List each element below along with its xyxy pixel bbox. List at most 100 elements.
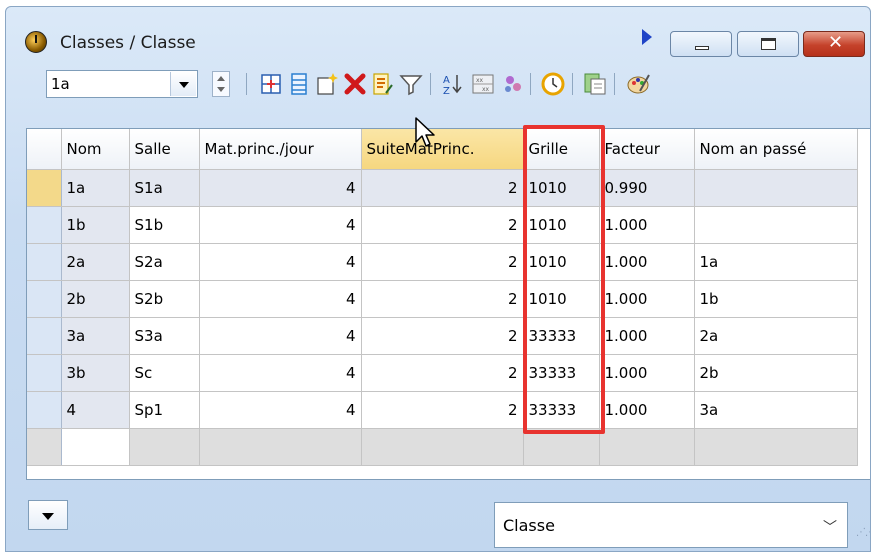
row-selector[interactable] (27, 428, 62, 466)
empty-cell[interactable] (361, 428, 524, 466)
close-icon: ✕ (828, 32, 844, 53)
classes-grid: Nom Salle Mat.princ./jour SuiteMatPrinc.… (26, 128, 870, 480)
empty-cell[interactable] (694, 428, 858, 466)
empty-cell[interactable] (199, 428, 362, 466)
cell-nom-an-passe[interactable]: 2b (694, 354, 858, 392)
cell-salle[interactable]: S2a (129, 243, 200, 281)
cell-facteur[interactable]: 1.000 (599, 206, 695, 244)
row-selector[interactable] (27, 317, 62, 355)
cell-facteur[interactable]: 0.990 (599, 169, 695, 207)
table-row[interactable]: 4 Sp1 4 2 33333 1.000 3a (27, 391, 858, 429)
cell-suite-mat-princ[interactable]: 2 (361, 354, 524, 392)
row-selector[interactable] (27, 243, 62, 281)
cell-salle[interactable]: S3a (129, 317, 200, 355)
palette-icon[interactable] (626, 71, 652, 97)
cell-nom-an-passe[interactable]: 3a (694, 391, 858, 429)
table-row[interactable]: 1b S1b 4 2 1010 1.000 (27, 206, 858, 244)
cell-salle[interactable]: S1b (129, 206, 200, 244)
cell-mat-princ[interactable]: 4 (199, 280, 362, 318)
class-selector-value: 1a (51, 75, 70, 93)
table-row[interactable]: 1a S1a 4 2 1010 0.990 (27, 169, 858, 207)
cell-suite-mat-princ[interactable]: 2 (361, 169, 524, 207)
minimize-button[interactable] (670, 31, 732, 57)
row-selector[interactable] (27, 280, 62, 318)
close-button[interactable]: ✕ (803, 31, 865, 57)
cell-mat-princ[interactable]: 4 (199, 169, 362, 207)
cell-mat-princ[interactable]: 4 (199, 243, 362, 281)
row-selector[interactable] (27, 206, 62, 244)
chevron-down-icon[interactable] (170, 72, 196, 96)
column-header-suite-mat-princ[interactable]: SuiteMatPrinc. (361, 129, 524, 170)
row-selector[interactable] (27, 169, 62, 207)
cell-nom[interactable]: 3b (61, 354, 130, 392)
class-selector[interactable]: 1a (46, 70, 198, 98)
column-header-nom[interactable]: Nom (61, 129, 130, 170)
cell-mat-princ[interactable]: 4 (199, 317, 362, 355)
cell-nom-an-passe[interactable]: 1a (694, 243, 858, 281)
list-icon[interactable] (286, 71, 312, 97)
classes-window: Classes / Classe ✕ 1a A Z xx xx Nom Sall… (5, 6, 871, 552)
report-icon[interactable] (582, 71, 608, 97)
empty-cell[interactable] (599, 428, 695, 466)
matrix-icon[interactable]: xx xx (470, 71, 496, 97)
delete-icon[interactable] (342, 71, 368, 97)
cell-facteur[interactable]: 1.000 (599, 280, 695, 318)
new-icon[interactable] (314, 71, 340, 97)
svg-text:A: A (443, 75, 450, 86)
play-arrow-icon[interactable] (642, 29, 652, 45)
mouse-cursor-icon (415, 117, 435, 147)
new-record-row[interactable] (27, 428, 858, 466)
sort-icon[interactable]: AZ (440, 71, 466, 97)
table-row[interactable]: 3a S3a 4 2 33333 1.000 2a (27, 317, 858, 355)
view-select[interactable]: Classe ﹀ (494, 502, 848, 548)
cell-suite-mat-princ[interactable]: 2 (361, 206, 524, 244)
empty-cell[interactable] (61, 428, 130, 466)
maximize-button[interactable] (737, 31, 799, 57)
users-icon[interactable] (500, 71, 526, 97)
cell-suite-mat-princ[interactable]: 2 (361, 317, 524, 355)
grid-settings-icon[interactable] (258, 71, 284, 97)
row-selector[interactable] (27, 391, 62, 429)
cell-nom[interactable]: 1b (61, 206, 130, 244)
cell-nom[interactable]: 2b (61, 280, 130, 318)
column-header-facteur[interactable]: Facteur (599, 129, 695, 170)
cell-salle[interactable]: S2b (129, 280, 200, 318)
column-header-mat-princ[interactable]: Mat.princ./jour (199, 129, 362, 170)
cell-salle[interactable]: Sp1 (129, 391, 200, 429)
cell-suite-mat-princ[interactable]: 2 (361, 280, 524, 318)
table-row[interactable]: 2b S2b 4 2 1010 1.000 1b (27, 280, 858, 318)
empty-cell[interactable] (129, 428, 200, 466)
cell-facteur[interactable]: 1.000 (599, 243, 695, 281)
cell-mat-princ[interactable]: 4 (199, 354, 362, 392)
cell-suite-mat-princ[interactable]: 2 (361, 243, 524, 281)
cell-nom-an-passe[interactable] (694, 169, 858, 207)
row-selector[interactable] (27, 354, 62, 392)
cell-nom[interactable]: 4 (61, 391, 130, 429)
cell-facteur[interactable]: 1.000 (599, 391, 695, 429)
cell-nom-an-passe[interactable]: 2a (694, 317, 858, 355)
clock-icon[interactable] (540, 71, 566, 97)
edit-icon[interactable] (370, 71, 396, 97)
cell-nom-an-passe[interactable]: 1b (694, 280, 858, 318)
cell-suite-mat-princ[interactable]: 2 (361, 391, 524, 429)
cell-nom-an-passe[interactable] (694, 206, 858, 244)
cell-salle[interactable]: Sc (129, 354, 200, 392)
filter-icon[interactable] (398, 71, 424, 97)
cell-mat-princ[interactable]: 4 (199, 391, 362, 429)
footer-menu-dropdown[interactable] (28, 500, 68, 530)
cell-salle[interactable]: S1a (129, 169, 200, 207)
cell-mat-princ[interactable]: 4 (199, 206, 362, 244)
spin-icon[interactable] (212, 71, 230, 97)
cell-facteur[interactable]: 1.000 (599, 317, 695, 355)
table-row[interactable]: 3b Sc 4 2 33333 1.000 2b (27, 354, 858, 392)
corner-cell[interactable] (27, 129, 62, 170)
cell-nom[interactable]: 1a (61, 169, 130, 207)
cell-nom[interactable]: 3a (61, 317, 130, 355)
cell-nom[interactable]: 2a (61, 243, 130, 281)
column-header-salle[interactable]: Salle (129, 129, 200, 170)
table-row[interactable]: 2a S2a 4 2 1010 1.000 1a (27, 243, 858, 281)
title-bar: Classes / Classe ✕ (6, 7, 870, 63)
resize-grip-icon[interactable]: ⋰⋰ (856, 527, 870, 538)
cell-facteur[interactable]: 1.000 (599, 354, 695, 392)
column-header-nom-an-passe[interactable]: Nom an passé (694, 129, 858, 170)
